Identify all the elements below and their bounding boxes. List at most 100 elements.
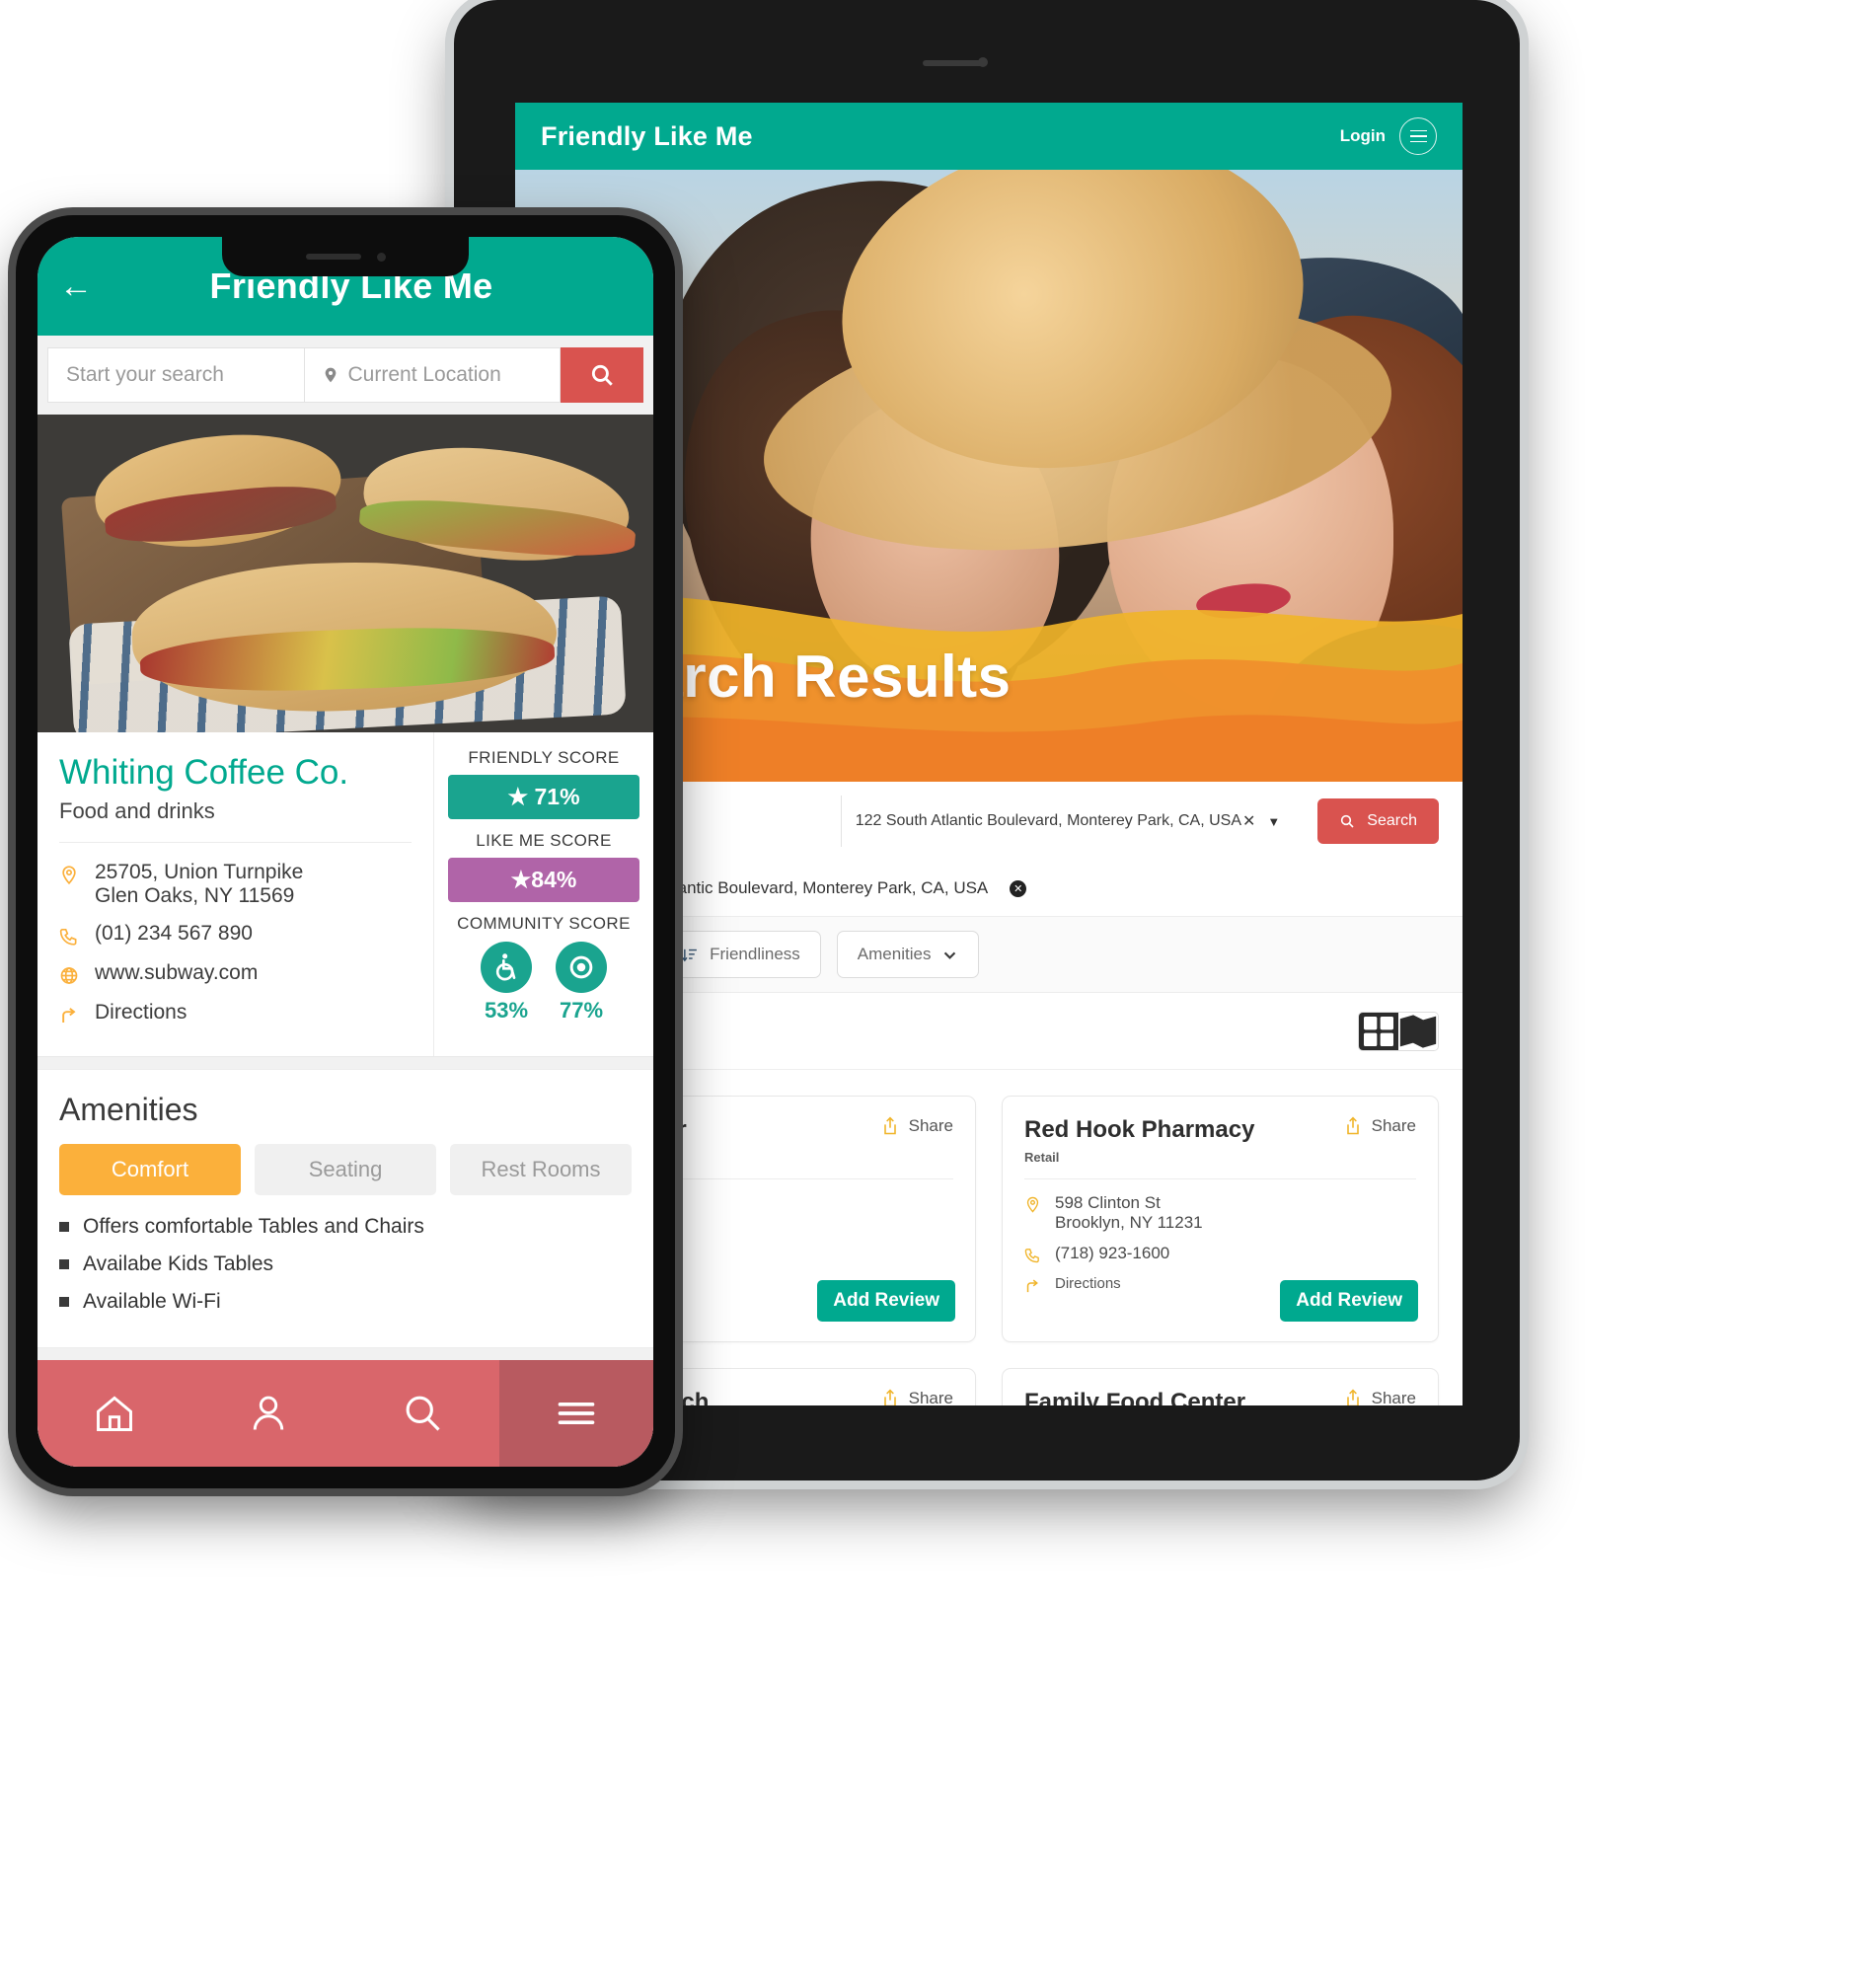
x-icon[interactable]: ✕ (1242, 811, 1255, 831)
result-card[interactable]: Family Food Center Retail Share (1002, 1368, 1439, 1405)
amenities-item-label: Availabe Kids Tables (83, 1252, 274, 1275)
share-label: Share (1371, 1116, 1416, 1135)
scores-panel: FRIENDLY SCORE ★ 71% LIKE ME SCORE ★84% … (434, 732, 653, 1056)
search-icon (1341, 814, 1354, 828)
business-info-card: Whiting Coffee Co. Food and drinks 25705… (38, 732, 653, 1057)
amenities-list-item: Availabe Kids Tables (59, 1252, 632, 1276)
amenities-tab-comfort[interactable]: Comfort (59, 1143, 241, 1195)
nav-menu[interactable] (499, 1360, 653, 1467)
business-phone[interactable]: (01) 234 567 890 (59, 922, 412, 948)
amenities-tab-seating[interactable]: Seating (255, 1143, 436, 1195)
tablet-header: Friendly Like Me Login (515, 103, 1463, 170)
filter-friendliness[interactable]: Friendliness (661, 931, 821, 978)
business-phone-value: (01) 234 567 890 (95, 921, 253, 945)
user-icon (253, 1396, 284, 1430)
directions-arrow-icon (1026, 1279, 1038, 1292)
share-icon (1346, 1116, 1359, 1135)
business-address: 25705, Union Turnpike Glen Oaks, NY 1156… (59, 861, 412, 908)
add-review-button[interactable]: Add Review (817, 1280, 955, 1322)
amenities-list-item: Available Wi-Fi (59, 1290, 632, 1314)
business-website[interactable]: www.subway.com (59, 961, 412, 987)
share-button[interactable]: Share (1343, 1116, 1416, 1136)
business-directions[interactable]: Directions (59, 1001, 412, 1026)
tablet-camera (978, 57, 988, 67)
community-score-value: 53% (484, 998, 529, 1023)
map-pin-icon (325, 367, 336, 383)
share-label: Share (908, 1389, 953, 1405)
login-link[interactable]: Login (1340, 126, 1386, 146)
amenities-section: Amenities Comfort Seating Rest Rooms Off… (38, 1068, 653, 1348)
bullet-icon (59, 1258, 69, 1269)
hamburger-icon[interactable] (1399, 117, 1437, 155)
result-phone[interactable]: (718) 923-1600 (1024, 1244, 1416, 1264)
view-toggle (1358, 1011, 1439, 1051)
business-directions-label: Directions (95, 1000, 188, 1024)
share-icon (883, 1116, 896, 1135)
business-name: Whiting Coffee Co. (59, 753, 349, 792)
phone-search-row: Start your search Current Location (38, 336, 653, 415)
like-me-score-badge: ★84% (448, 858, 639, 902)
nav-home[interactable] (38, 1392, 191, 1435)
search-button[interactable]: Search (1317, 798, 1439, 844)
star-icon: ★ (510, 867, 532, 892)
nav-profile[interactable] (191, 1392, 345, 1435)
share-button[interactable]: Share (1343, 1389, 1416, 1405)
amenities-tabs: Comfort Seating Rest Rooms (59, 1143, 632, 1195)
remove-chip-icon[interactable]: ✕ (1010, 879, 1027, 897)
add-review-button[interactable]: Add Review (1280, 1280, 1418, 1322)
result-address: 598 Clinton St Brooklyn, NY 11231 (1024, 1193, 1416, 1233)
sort-icon (682, 949, 698, 961)
search-button[interactable] (561, 347, 643, 403)
phone-camera (376, 252, 386, 262)
friendly-score-badge: ★ 71% (448, 775, 639, 819)
business-website-value: www.subway.com (95, 960, 259, 984)
chevron-down-icon (944, 951, 956, 959)
home-icon (97, 1396, 132, 1431)
location-select[interactable]: 122 South Atlantic Boulevard, Monterey P… (840, 796, 1295, 847)
like-me-score-label: LIKE ME SCORE (476, 831, 612, 850)
community-score-row: 53% 77% (448, 942, 639, 1024)
business-address-line2: Glen Oaks, NY 11569 (95, 883, 295, 907)
map-view-icon[interactable] (1398, 1012, 1438, 1050)
hamburger-icon (558, 1403, 595, 1424)
back-arrow-icon[interactable]: ← (59, 269, 105, 303)
amenities-item-label: Offers comfortable Tables and Chairs (83, 1214, 424, 1238)
amenities-item-label: Available Wi-Fi (83, 1289, 221, 1313)
phone-icon (59, 928, 77, 946)
share-button[interactable]: Share (880, 1389, 953, 1405)
business-photo (38, 415, 653, 732)
phone-speaker (305, 254, 361, 260)
location-input[interactable]: Current Location (304, 347, 561, 403)
filter-amenities[interactable]: Amenities (836, 931, 980, 978)
bottom-nav (38, 1360, 653, 1467)
app-logo[interactable]: Friendly Like Me (541, 121, 753, 152)
globe-icon (60, 966, 78, 984)
share-icon (1346, 1389, 1359, 1405)
nav-search[interactable] (345, 1392, 499, 1435)
share-label: Share (908, 1116, 953, 1135)
share-button[interactable]: Share (880, 1116, 953, 1136)
result-name: Family Food Center (1024, 1389, 1246, 1405)
grid-view-icon[interactable] (1359, 1012, 1398, 1050)
directions-arrow-icon (62, 1007, 76, 1023)
business-category: Food and drinks (59, 797, 215, 823)
tablet-speaker (923, 60, 984, 66)
result-card[interactable]: Red Hook Pharmacy Retail Share 598 Clint… (1002, 1096, 1439, 1342)
phone-icon (1024, 1248, 1039, 1262)
phone-device: ← Friendly Like Me Start your search Cur… (16, 215, 675, 1488)
share-icon (883, 1389, 896, 1405)
like-me-score-value: 84% (531, 867, 577, 892)
search-input[interactable]: Start your search (47, 347, 305, 403)
caret-down-icon[interactable]: ▼ (1267, 814, 1280, 829)
result-directions-label: Directions (1055, 1274, 1121, 1292)
wheelchair-icon (481, 942, 532, 993)
vision-icon (556, 942, 607, 993)
search-icon (406, 1396, 440, 1431)
phone-notch (222, 237, 469, 276)
result-phone-value: (718) 923-1600 (1055, 1243, 1170, 1262)
map-pin-icon (1026, 1196, 1039, 1213)
friendly-score-value: 71% (534, 784, 580, 809)
search-icon (591, 364, 613, 386)
amenities-tab-restrooms[interactable]: Rest Rooms (450, 1143, 632, 1195)
community-score-value: 77% (559, 998, 604, 1023)
